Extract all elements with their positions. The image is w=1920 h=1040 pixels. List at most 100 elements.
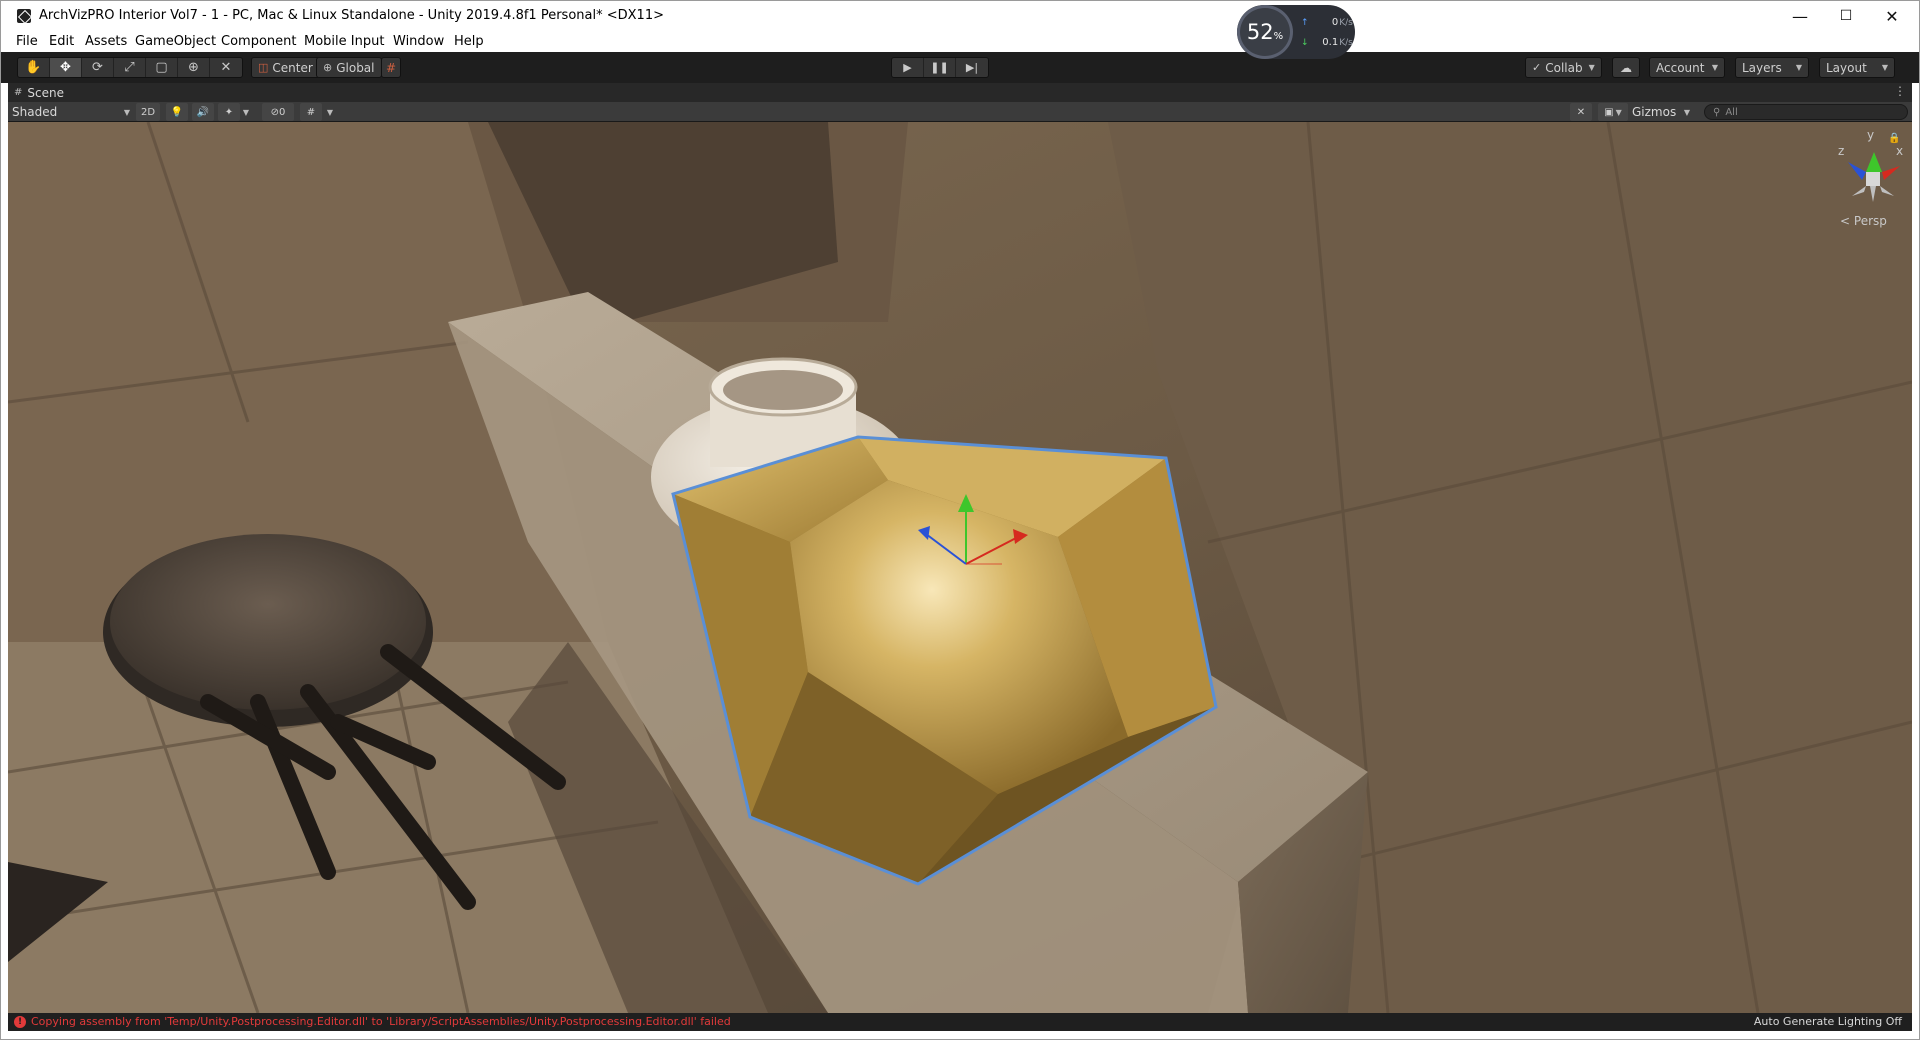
- play-icon[interactable]: ▶: [892, 58, 924, 77]
- draw-mode-dropdown[interactable]: Shaded ▼: [12, 103, 130, 121]
- toggle-2d-button[interactable]: 2D: [136, 103, 160, 121]
- chevron-down-icon: ▼: [1711, 63, 1718, 72]
- layers-label: Layers: [1742, 60, 1782, 75]
- main-toolbar: ✋ ✥ ⟳ ⤢ ▢ ⊕ ✕ ◫ Center ⊕ Global # ▶ ❚❚ ▶| …: [1, 52, 1919, 83]
- upload-arrow-icon: ↑: [1301, 18, 1309, 28]
- upload-speed: ↑ 0K/s: [1301, 17, 1353, 28]
- unity-editor-window: ArchVizPRO Interior Vol7 - 1 - PC, Mac &…: [0, 0, 1920, 1040]
- cpu-usage-value: 52: [1246, 20, 1274, 44]
- scene-render: [8, 122, 1912, 1013]
- menu-component[interactable]: Component: [221, 34, 296, 49]
- grid-dropdown-icon[interactable]: ▼: [324, 103, 336, 121]
- upload-speed-value: 0: [1331, 17, 1339, 28]
- cloud-button[interactable]: ☁: [1612, 57, 1640, 78]
- collab-check-icon: ✓: [1532, 61, 1542, 74]
- tab-scene[interactable]: # Scene: [14, 83, 64, 102]
- grid-snap-button[interactable]: #: [381, 57, 402, 78]
- console-error-message[interactable]: ! Copying assembly from 'Temp/Unity.Post…: [14, 1015, 731, 1028]
- lock-icon[interactable]: 🔒: [1888, 133, 1900, 144]
- maximize-button[interactable]: ☐: [1823, 1, 1869, 31]
- window-title: ArchVizPRO Interior Vol7 - 1 - PC, Mac &…: [39, 8, 664, 23]
- download-speed: ↓ 0.1K/s: [1301, 37, 1353, 48]
- more-options-icon[interactable]: ⋮: [1894, 84, 1906, 98]
- pivot-mode-label: Center: [272, 60, 313, 75]
- chevron-down-icon: ▼: [123, 107, 130, 117]
- custom-tool-icon[interactable]: ✕: [210, 58, 242, 77]
- perspective-icon: <: [1840, 214, 1851, 228]
- hand-tool-icon[interactable]: ✋: [18, 58, 50, 77]
- pivot-icon: ◫: [258, 61, 269, 74]
- download-speed-unit: K/s: [1339, 38, 1353, 48]
- step-icon[interactable]: ▶|: [956, 58, 988, 77]
- chevron-down-icon: ▼: [1795, 63, 1802, 72]
- scene-tab-bar: # Scene ⋮: [8, 83, 1912, 102]
- account-label: Account: [1656, 60, 1705, 75]
- scene-search-input[interactable]: ⚲ All: [1704, 104, 1908, 120]
- collab-label: Collab: [1545, 60, 1583, 75]
- download-speed-value: 0.1: [1322, 37, 1339, 48]
- hidden-eye-icon: ⊘: [270, 106, 279, 118]
- scene-grid-icon: #: [14, 87, 23, 98]
- chevron-down-icon: ▼: [1588, 63, 1595, 72]
- effects-toggle-icon[interactable]: ✦: [218, 103, 240, 121]
- chevron-down-icon: ▼: [1683, 107, 1690, 117]
- scene-search-placeholder: All: [1725, 106, 1738, 118]
- tools-settings-icon[interactable]: ✕: [1570, 103, 1592, 121]
- minimize-button[interactable]: —: [1777, 1, 1823, 31]
- gizmos-label: Gizmos: [1632, 105, 1677, 119]
- menu-window[interactable]: Window: [393, 34, 444, 49]
- cpu-usage-unit: %: [1273, 30, 1284, 42]
- menu-bar: File Edit Assets GameObject Component Mo…: [1, 31, 1919, 52]
- rect-tool-icon[interactable]: ▢: [146, 58, 178, 77]
- lighting-toggle-icon[interactable]: 💡: [166, 103, 188, 121]
- download-arrow-icon: ↓: [1301, 38, 1309, 48]
- search-icon: ⚲: [1713, 106, 1721, 118]
- cloud-icon: ☁: [1620, 60, 1632, 75]
- pivot-rotation-label: Global: [336, 60, 375, 75]
- layout-label: Layout: [1826, 60, 1867, 75]
- layout-dropdown[interactable]: Layout ▼: [1819, 57, 1895, 78]
- tab-scene-label: Scene: [27, 85, 64, 100]
- grid-snap-icon: #: [386, 60, 397, 75]
- scene-viewport[interactable]: y z x 🔒 < Persp: [8, 122, 1912, 1013]
- cpu-usage-gauge: 52%: [1237, 5, 1293, 59]
- transform-tool-icon[interactable]: ⊕: [178, 58, 210, 77]
- grid-toggle-icon[interactable]: #: [300, 103, 322, 121]
- gizmos-dropdown[interactable]: Gizmos ▼: [1632, 103, 1690, 121]
- status-bar: ! Copying assembly from 'Temp/Unity.Post…: [8, 1013, 1912, 1031]
- audio-toggle-icon[interactable]: 🔊: [192, 103, 214, 121]
- layers-dropdown[interactable]: Layers ▼: [1735, 57, 1809, 78]
- rotate-tool-icon[interactable]: ⟳: [82, 58, 114, 77]
- hidden-objects-toggle[interactable]: ⊘ 0: [262, 103, 294, 121]
- title-bar: ArchVizPRO Interior Vol7 - 1 - PC, Mac &…: [1, 1, 1919, 31]
- account-dropdown[interactable]: Account ▼: [1649, 57, 1725, 78]
- lighting-status[interactable]: Auto Generate Lighting Off: [1754, 1015, 1902, 1028]
- scale-tool-icon[interactable]: ⤢: [114, 58, 146, 77]
- effects-dropdown-icon[interactable]: ▼: [240, 103, 252, 121]
- menu-gameobject[interactable]: GameObject: [135, 34, 216, 49]
- menu-file[interactable]: File: [16, 34, 38, 49]
- scene-view-toolbar: Shaded ▼ 2D 💡 🔊 ✦ ▼ ⊘ 0 # ▼ ✕ ▣ ▼ Gizmos ▼ ⚲…: [8, 102, 1912, 122]
- menu-assets[interactable]: Assets: [85, 34, 127, 49]
- pause-icon[interactable]: ❚❚: [924, 58, 956, 77]
- axis-z-label: z: [1838, 144, 1845, 158]
- collab-dropdown[interactable]: ✓ Collab ▼: [1525, 57, 1602, 78]
- move-tool-icon[interactable]: ✥: [50, 58, 82, 77]
- pivot-rotation-button[interactable]: ⊕ Global: [316, 57, 382, 78]
- menu-help[interactable]: Help: [454, 34, 484, 49]
- projection-toggle[interactable]: < Persp: [1840, 214, 1887, 228]
- playmode-controls: ▶ ❚❚ ▶|: [891, 57, 989, 78]
- draw-mode-label: Shaded: [12, 105, 58, 119]
- chevron-down-icon: ▼: [1881, 63, 1888, 72]
- axis-y-label: y: [1867, 128, 1875, 142]
- camera-settings-icon[interactable]: ▣ ▼: [1598, 103, 1628, 121]
- pivot-mode-button[interactable]: ◫ Center: [251, 57, 320, 78]
- menu-mobile-input[interactable]: Mobile Input: [304, 34, 384, 49]
- globe-icon: ⊕: [323, 61, 333, 74]
- console-error-text: Copying assembly from 'Temp/Unity.Postpr…: [31, 1015, 731, 1028]
- menu-edit[interactable]: Edit: [49, 34, 74, 49]
- error-icon: !: [14, 1015, 26, 1028]
- hidden-objects-count: 0: [279, 106, 286, 118]
- performance-monitor-widget[interactable]: 52% ↑ 0K/s ↓ 0.1K/s: [1237, 5, 1355, 59]
- close-button[interactable]: ✕: [1869, 1, 1915, 31]
